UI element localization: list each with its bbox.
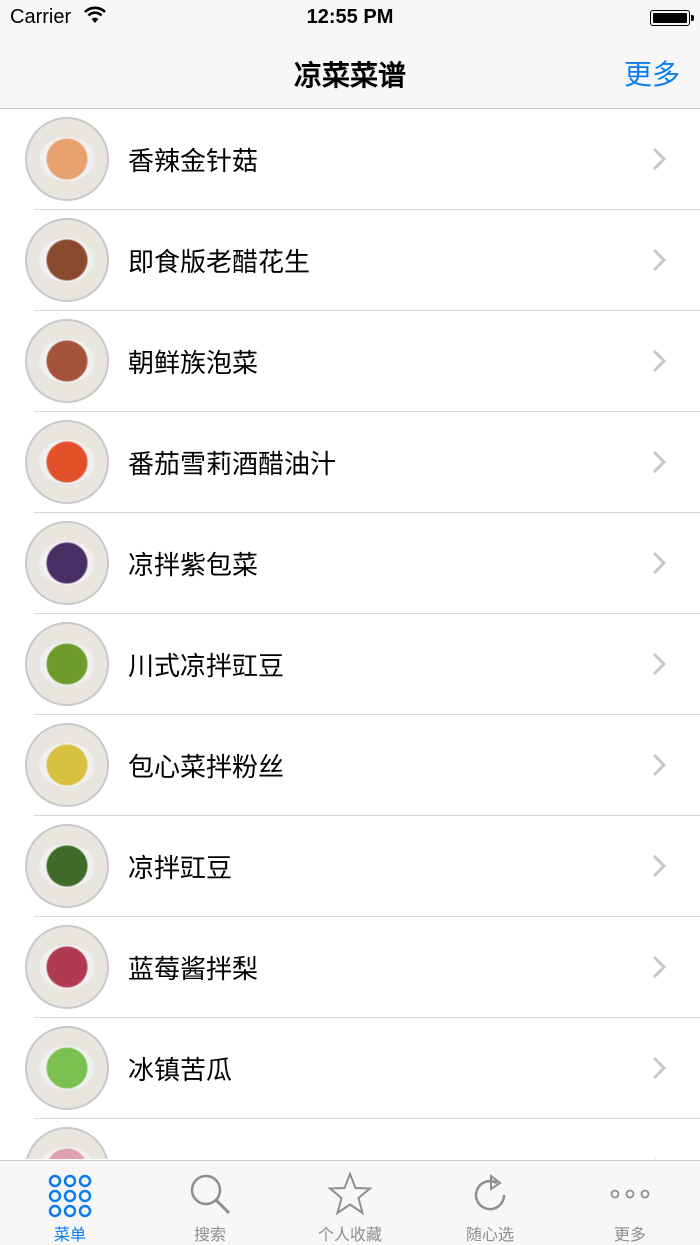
chevron-right-icon <box>652 652 666 676</box>
dish-image <box>39 844 95 888</box>
recipe-thumbnail <box>25 521 109 605</box>
chevron-right-icon <box>652 753 666 777</box>
recipe-row[interactable]: 凉拌豇豆 <box>0 816 700 917</box>
chevron-right-icon <box>652 248 666 272</box>
recipe-row[interactable]: 香辣金针菇 <box>0 109 700 210</box>
recipe-thumbnail <box>25 218 109 302</box>
recipe-name: 即食版老醋花生 <box>128 248 311 278</box>
tab-label: 搜索 <box>193 1225 226 1244</box>
recipe-thumbnail <box>25 420 109 504</box>
dish-image <box>39 743 95 787</box>
grid-icon <box>0 1171 140 1218</box>
recipe-name: 蓝莓酱拌梨 <box>128 955 259 985</box>
dish-image <box>39 642 95 686</box>
recipe-row[interactable]: 朝鲜族泡菜 <box>0 311 700 412</box>
dish-image <box>39 440 95 484</box>
chevron-right-icon <box>652 551 666 575</box>
page-title: 凉菜菜谱 <box>293 59 406 92</box>
dish-image <box>39 339 95 383</box>
recipe-row[interactable]: 冰镇苦瓜 <box>0 1018 700 1119</box>
recipe-row[interactable]: 蓝莓酱拌梨 <box>0 917 700 1018</box>
recipe-row[interactable]: 川式凉拌豇豆 <box>0 614 700 715</box>
tab-refresh[interactable]: 随心选 <box>420 1161 560 1245</box>
recipe-row[interactable] <box>0 1119 700 1159</box>
recipe-list[interactable]: 香辣金针菇即食版老醋花生 朝鲜族泡菜番茄雪莉酒醋油汁 凉拌紫包菜川式凉拌豇豆 包心菜拌… <box>0 109 700 1159</box>
recipe-name: 凉拌豇豆 <box>128 854 233 884</box>
dish-image <box>39 137 95 181</box>
recipe-name: 冰镇苦瓜 <box>128 1056 233 1086</box>
tab-grid[interactable]: 菜单 <box>0 1161 140 1245</box>
chevron-right-icon <box>652 450 666 474</box>
recipe-name: 凉拌紫包菜 <box>128 551 259 581</box>
recipe-row[interactable]: 凉拌紫包菜 <box>0 513 700 614</box>
recipe-name: 包心菜拌粉丝 <box>128 753 285 783</box>
star-icon <box>280 1171 420 1217</box>
more-button[interactable]: 更多 <box>624 53 680 93</box>
chevron-right-icon <box>652 147 666 171</box>
recipe-thumbnail <box>25 1127 109 1159</box>
chevron-right-icon <box>652 349 666 373</box>
status-bar: Carrier 12:55 PM <box>0 0 700 38</box>
tab-label: 随心选 <box>465 1225 514 1244</box>
recipe-thumbnail <box>25 319 109 403</box>
recipe-thumbnail <box>25 925 109 1009</box>
chevron-right-icon <box>652 854 666 878</box>
recipe-name: 朝鲜族泡菜 <box>128 349 259 379</box>
recipe-thumbnail <box>25 1026 109 1110</box>
recipe-thumbnail <box>25 824 109 908</box>
recipe-name: 川式凉拌豇豆 <box>128 652 285 682</box>
dish-image <box>39 541 95 585</box>
dish-image <box>39 238 95 282</box>
tab-label: 个人收藏 <box>317 1225 382 1244</box>
tab-label: 更多 <box>613 1225 646 1244</box>
recipe-row[interactable]: 番茄雪莉酒醋油汁 <box>0 412 700 513</box>
tab-bar: 菜单 搜索 个人收藏 随心选 更多 <box>0 1160 700 1245</box>
chevron-right-icon <box>652 1056 666 1080</box>
refresh-icon <box>420 1171 560 1217</box>
recipe-row[interactable]: 包心菜拌粉丝 <box>0 715 700 816</box>
tab-ellipsis[interactable]: 更多 <box>560 1161 700 1245</box>
status-time: 12:55 PM <box>306 6 394 28</box>
search-icon <box>140 1171 280 1217</box>
dish-image <box>39 945 95 989</box>
battery-icon <box>650 10 694 26</box>
chevron-right-icon <box>654 1157 657 1159</box>
tab-star[interactable]: 个人收藏 <box>280 1161 420 1245</box>
dish-image <box>39 1147 95 1159</box>
recipe-name: 香辣金针菇 <box>128 147 259 177</box>
tab-search[interactable]: 搜索 <box>140 1161 280 1245</box>
recipe-thumbnail <box>25 117 109 201</box>
tab-label: 菜单 <box>53 1225 86 1244</box>
dish-image <box>39 1046 95 1090</box>
recipe-row[interactable]: 即食版老醋花生 <box>0 210 700 311</box>
recipe-thumbnail <box>25 723 109 807</box>
recipe-name: 番茄雪莉酒醋油汁 <box>128 450 337 480</box>
chevron-right-icon <box>652 955 666 979</box>
navigation-bar: 凉菜菜谱 更多 <box>0 38 700 109</box>
ellipsis-icon <box>560 1171 700 1217</box>
recipe-thumbnail <box>25 622 109 706</box>
